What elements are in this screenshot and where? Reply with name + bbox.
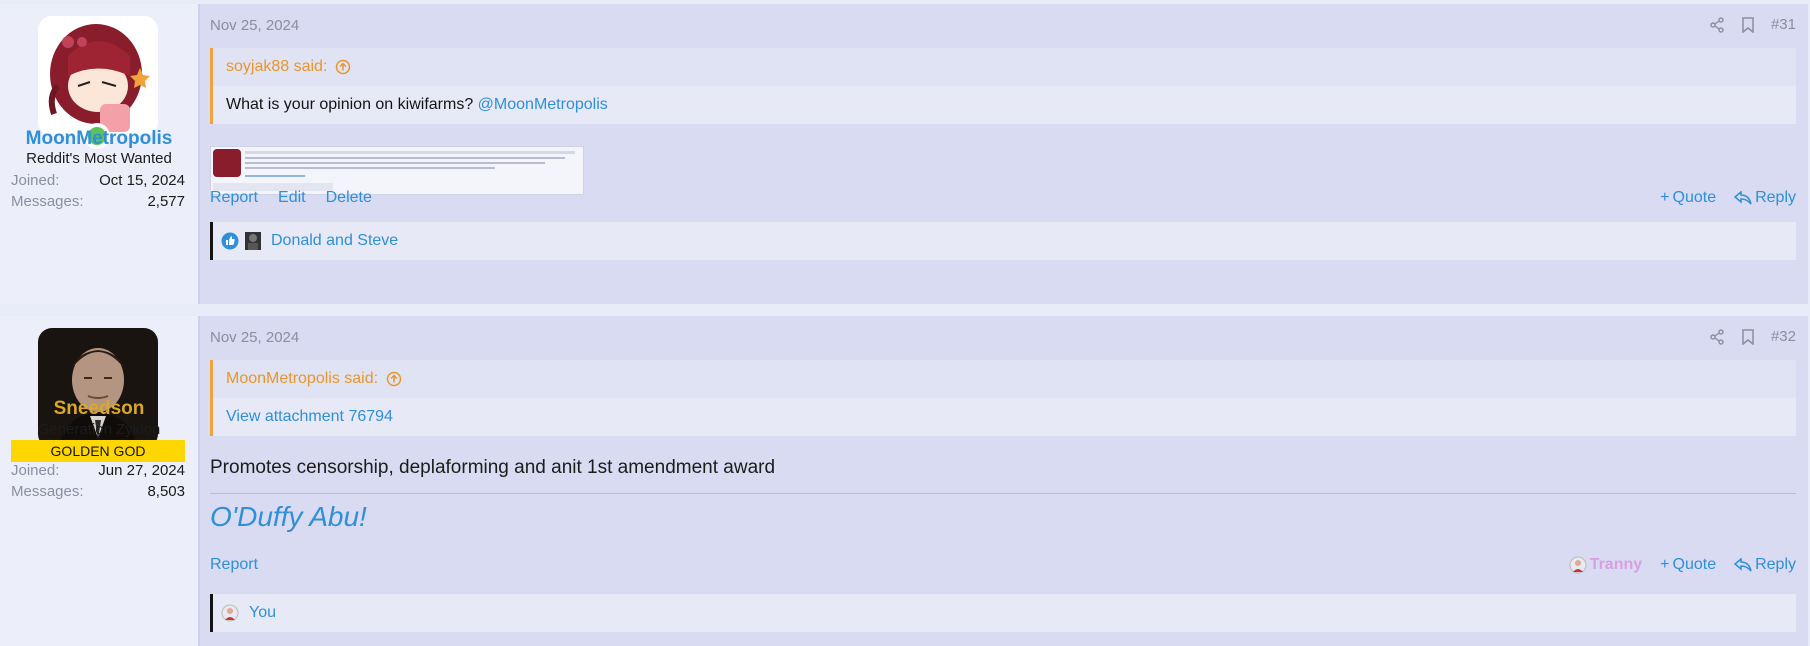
attachment-link[interactable]: View attachment 76794 [226, 408, 393, 426]
messages-label: Messages: [11, 193, 84, 210]
plus-icon: + [1660, 189, 1670, 206]
quote-author[interactable]: soyjak88 said: [226, 58, 327, 76]
messages-value: 2,577 [147, 193, 185, 210]
post-body: Promotes censorship, deplaforming and an… [210, 457, 776, 478]
reactions-bar: Donald and Steve [210, 222, 1796, 260]
delete-link[interactable]: Delete [326, 189, 372, 207]
arrow-up-circle-icon[interactable] [386, 371, 402, 387]
user-sidebar: MoonMetropolis Reddit's Most Wanted Join… [0, 4, 198, 304]
user-banner: GOLDEN GOD [11, 440, 185, 462]
messages-label: Messages: [11, 483, 84, 500]
attachment-thumbnail[interactable] [210, 146, 584, 195]
reaction-names[interactable]: Donald and Steve [271, 232, 398, 250]
post-date[interactable]: Nov 25, 2024 [210, 17, 299, 34]
post-tools: #31 [1709, 16, 1796, 33]
reply-button[interactable]: Reply [1734, 556, 1796, 574]
bookmark-icon[interactable] [1741, 16, 1755, 33]
reaction-button[interactable]: Tranny [1569, 556, 1642, 574]
quote-header[interactable]: soyjak88 said: [213, 48, 1796, 86]
post-number[interactable]: #32 [1771, 328, 1796, 345]
joined-stat: Joined: Jun 27, 2024 [11, 462, 185, 479]
post-main: Nov 25, 2024 #32 MoonMetropolis said: Vi… [198, 316, 1808, 646]
avatar[interactable] [38, 16, 158, 136]
username[interactable]: Sneedson [0, 398, 198, 420]
reactions-bar: You [210, 594, 1796, 632]
reaction-user-icon [245, 232, 261, 250]
signature: O'Duffy Abu! [210, 501, 367, 532]
joined-value: Oct 15, 2024 [99, 172, 185, 189]
post-tools: #32 [1709, 328, 1796, 345]
post-date[interactable]: Nov 25, 2024 [210, 329, 299, 346]
quote-button[interactable]: + Quote [1660, 556, 1716, 574]
quote-header[interactable]: MoonMetropolis said: [213, 360, 1796, 398]
quote-block: soyjak88 said: What is your opinion on k… [210, 48, 1796, 124]
like-icon [221, 232, 239, 250]
joined-stat: Joined: Oct 15, 2024 [11, 172, 185, 189]
reaction-icon [221, 604, 239, 622]
quote-button-label: Quote [1672, 189, 1717, 206]
post-31: MoonMetropolis Reddit's Most Wanted Join… [0, 4, 1808, 304]
messages-stat: Messages: 2,577 [11, 193, 185, 210]
quote-text: What is your opinion on kiwifarms? [226, 96, 474, 113]
share-icon[interactable] [1709, 328, 1725, 345]
reply-button-label: Reply [1755, 556, 1796, 573]
post-actions-right: + Quote Reply [1660, 189, 1796, 207]
messages-stat: Messages: 8,503 [11, 483, 185, 500]
post-32: Sneedson Generation Zyklon GOLDEN GOD Jo… [0, 316, 1808, 646]
username[interactable]: MoonMetropolis [0, 128, 198, 150]
quote-body: View attachment 76794 [213, 398, 1796, 436]
plus-icon: + [1660, 556, 1670, 573]
post-number[interactable]: #31 [1771, 16, 1796, 33]
post-actions-left: Report [210, 556, 258, 574]
quote-button-label: Quote [1672, 556, 1717, 573]
post-main: Nov 25, 2024 #31 soyjak88 said: What is … [198, 4, 1808, 304]
quote-button[interactable]: + Quote [1660, 189, 1716, 207]
post-actions-left: Report Edit Delete [210, 189, 372, 207]
reply-icon [1734, 558, 1752, 572]
edit-link[interactable]: Edit [278, 189, 306, 207]
report-link[interactable]: Report [210, 189, 258, 207]
reply-icon [1734, 191, 1752, 205]
quote-body: What is your opinion on kiwifarms? @Moon… [213, 86, 1796, 124]
signature-divider [210, 493, 1796, 494]
arrow-up-circle-icon[interactable] [335, 59, 351, 75]
joined-label: Joined: [11, 172, 60, 189]
report-link[interactable]: Report [210, 556, 258, 574]
user-title: Reddit's Most Wanted [26, 150, 172, 167]
user-sidebar: Sneedson Generation Zyklon GOLDEN GOD Jo… [0, 316, 198, 646]
reaction-names[interactable]: You [249, 604, 276, 622]
mention-link[interactable]: @MoonMetropolis [478, 96, 608, 114]
bookmark-icon[interactable] [1741, 328, 1755, 345]
quote-block: MoonMetropolis said: View attachment 767… [210, 360, 1796, 436]
share-icon[interactable] [1709, 16, 1725, 33]
post-actions-right: Tranny + Quote Reply [1569, 556, 1796, 574]
messages-value: 8,503 [147, 483, 185, 500]
quote-author[interactable]: MoonMetropolis said: [226, 370, 378, 388]
reaction-icon [1569, 556, 1587, 574]
joined-value: Jun 27, 2024 [98, 462, 185, 479]
joined-label: Joined: [11, 462, 60, 479]
reaction-button-label: Tranny [1589, 556, 1643, 573]
reply-button-label: Reply [1755, 189, 1796, 206]
reply-button[interactable]: Reply [1734, 189, 1796, 207]
user-title: Generation Zyklon [37, 421, 161, 438]
